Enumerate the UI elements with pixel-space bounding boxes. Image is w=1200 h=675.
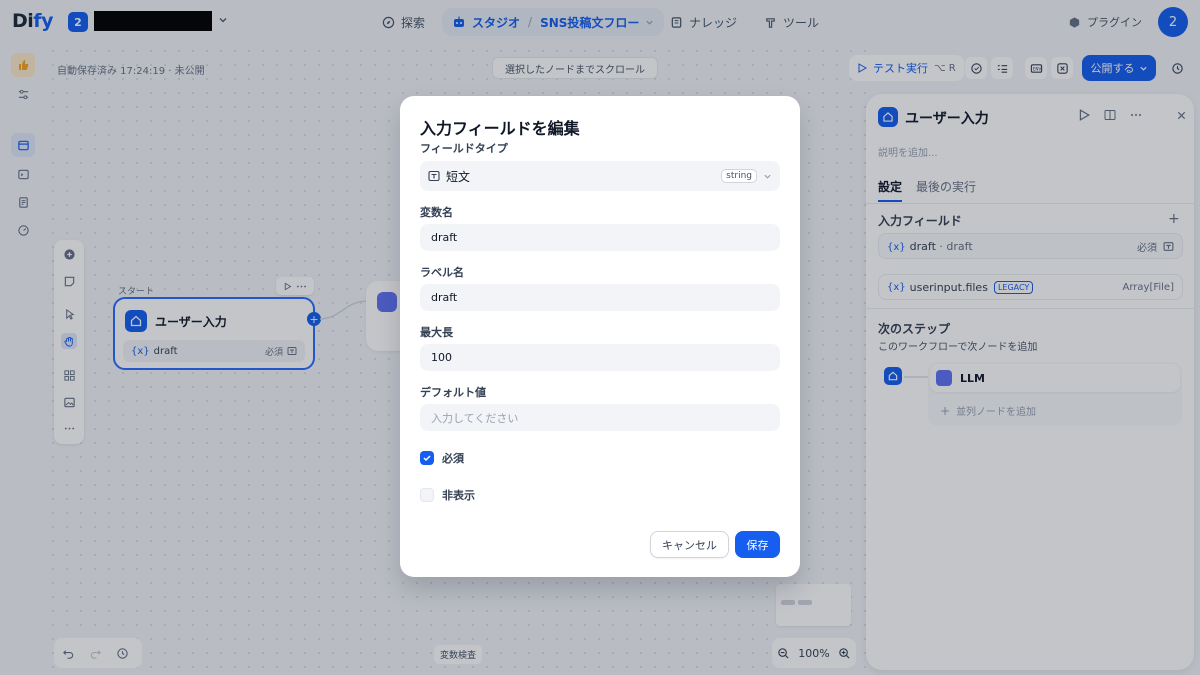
var-name-input[interactable]: draft [420,224,780,251]
var-name-label: 変数名 [420,206,453,219]
default-value-input[interactable]: 入力してください [420,404,780,431]
dialog-title: 入力フィールドを編集 [420,119,580,138]
label-name-input[interactable]: draft [420,284,780,311]
max-length-label: 最大長 [420,326,453,339]
default-value-label: デフォルト値 [420,386,486,399]
field-type-value: 短文 [446,169,471,184]
text-field-icon [428,170,440,182]
cancel-button[interactable]: キャンセル [650,531,729,558]
check-icon [423,455,431,462]
hidden-checkbox[interactable] [420,488,434,502]
field-type-label: フィールドタイプ [420,142,508,155]
required-checkbox-row[interactable]: 必須 [420,450,464,466]
label-name-label: ラベル名 [420,266,464,279]
save-button[interactable]: 保存 [735,531,780,558]
max-length-input[interactable]: 100 [420,344,780,371]
field-type-badge: string [721,169,757,183]
chevron-down-icon [764,174,771,179]
hidden-label: 非表示 [442,489,475,502]
required-label: 必須 [442,452,464,465]
field-type-select[interactable]: 短文 string [420,161,780,191]
hidden-checkbox-row[interactable]: 非表示 [420,487,475,503]
required-checkbox[interactable] [420,451,434,465]
